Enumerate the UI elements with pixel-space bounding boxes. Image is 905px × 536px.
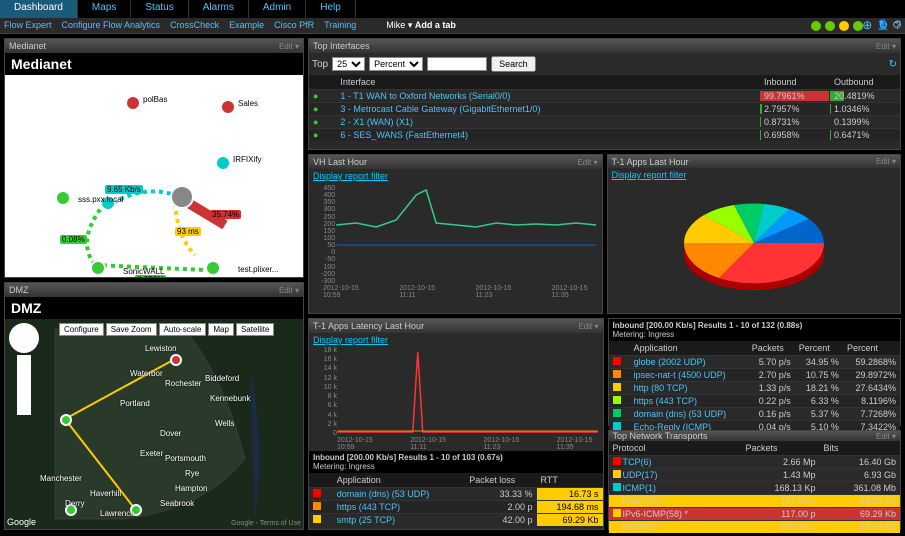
status-dot-2 [825, 21, 835, 31]
mode-select[interactable]: Percent [369, 57, 423, 71]
search-button[interactable]: Search [491, 56, 536, 72]
refresh-icon[interactable]: ↻ [878, 18, 888, 32]
table-row[interactable]: TCP(6) 2.66 Mp16.40 Gb [609, 456, 901, 469]
dmz-panel: DMZ Edit ▾ DMZ ConfigureSave ZoomAuto-sca… [4, 282, 304, 530]
table-row[interactable]: smtp (25 TCP)42.00 p 69.29 Kb [309, 514, 603, 527]
report-filter-link[interactable]: Display report filter [309, 333, 603, 347]
nav-tab-alarms[interactable]: Alarms [189, 0, 249, 18]
map-btn-satellite[interactable]: Satellite [236, 323, 274, 336]
report-filter-link[interactable]: Display report filter [309, 169, 602, 183]
panel-title-text: T-1 Apps Last Hour [612, 157, 689, 167]
main-nav: DashboardMapsStatusAlarmsAdminHelp [0, 0, 905, 18]
top-interfaces-panel: Top InterfacesEdit ▾ Top 25 Percent Sear… [308, 38, 901, 150]
panel-title-text: DMZ [9, 285, 29, 295]
toolbar: Flow Expert Configure Flow Analytics Cross… [0, 18, 905, 34]
table-row[interactable]: ● 3 - Metrocast Cable Gateway (GigabitEt… [309, 103, 900, 116]
tool-link[interactable]: Cisco PfR [274, 20, 314, 30]
tool-link[interactable]: CrossCheck [170, 20, 219, 30]
table-row[interactable]: globe (2002 UDP)5.70 p/s 34.95 %59.2868% [609, 356, 901, 369]
medianet-title: Medianet [5, 53, 303, 75]
edit-link[interactable]: Edit ▾ [876, 42, 896, 51]
table-row[interactable]: IGMP(2) * 128.00 p42.62 Kb [609, 521, 901, 534]
panel-title-text: Medianet [9, 41, 46, 51]
transports-panel: Top Network TransportsEdit ▾ ProtocolPac… [608, 430, 902, 530]
search-input[interactable] [427, 57, 487, 71]
pie-chart [654, 188, 854, 308]
table-row[interactable]: IPv6-ICMP(58) * 117.00 p69.29 Kb [609, 508, 901, 521]
pan-control[interactable] [9, 79, 39, 109]
nav-tab-admin[interactable]: Admin [249, 0, 306, 18]
panel-title-text: T-1 Apps Latency Last Hour [313, 321, 424, 331]
panel-title-text: Top Interfaces [313, 41, 370, 51]
help-icon[interactable]: ? [894, 18, 901, 32]
t1-apps-table-panel: Inbound [200.00 Kb/s] Results 1 - 10 of … [608, 318, 902, 426]
edit-link[interactable]: Edit ▾ [279, 286, 299, 295]
edit-link[interactable]: Edit ▾ [577, 158, 597, 167]
panel-title-text: VH Last Hour [313, 157, 367, 167]
zoom-control[interactable] [17, 355, 31, 415]
vh-panel: VH Last Hour Edit ▾ Display report filter… [308, 154, 603, 314]
status-dot-4 [853, 21, 863, 31]
map-btn-save-zoom[interactable]: Save Zoom [106, 323, 157, 336]
map-btn-map[interactable]: Map [208, 323, 234, 336]
edit-link[interactable]: Edit ▾ [876, 432, 896, 441]
t1-apps-panel: T-1 Apps Last Hour Edit ▾ Display report … [607, 154, 902, 314]
status-dot-1 [811, 21, 821, 31]
table-row[interactable]: ● 1 - T1 WAN to Oxford Networks (Serial0… [309, 90, 900, 103]
nav-tab-maps[interactable]: Maps [78, 0, 131, 18]
edit-link[interactable]: Edit ▾ [876, 157, 896, 166]
edit-link[interactable]: Edit ▾ [578, 322, 598, 331]
vh-chart [335, 185, 597, 285]
map-btn-auto-scale[interactable]: Auto-scale [159, 323, 207, 336]
table-row[interactable]: ● 6 - SES_WANS (FastEthernet4) 0.6958% 0… [309, 129, 900, 142]
tool-link[interactable]: Configure Flow Analytics [62, 20, 161, 30]
medianet-panel: Medianet Edit ▾ Medianet [4, 38, 304, 278]
nav-tab-status[interactable]: Status [131, 0, 188, 18]
report-filter-link[interactable]: Display report filter [608, 168, 901, 182]
edit-link[interactable]: Edit ▾ [279, 42, 299, 51]
table-row[interactable]: https (443 TCP)0.22 p/s 6.33 %8.1196% [609, 395, 901, 408]
table-row[interactable]: PIM(103) * 191.00 p94.51 Kb [609, 495, 901, 508]
pan-control[interactable] [9, 323, 39, 353]
dmz-title: DMZ [5, 297, 303, 319]
nav-tab-help[interactable]: Help [306, 0, 356, 18]
top-count-select[interactable]: 25 [332, 57, 365, 71]
latency-chart [337, 347, 599, 437]
table-row[interactable]: ICMP(1) 168.13 Kp361.08 Mb [609, 482, 901, 495]
table-row[interactable]: https (443 TCP)2.00 p 194.68 ms [309, 501, 603, 514]
table-row[interactable]: ipsec-nat-t (4500 UDP)2.70 p/s 10.75 %29… [609, 369, 901, 382]
table-row[interactable]: UDP(17) 1.43 Mp6.93 Gb [609, 469, 901, 482]
refresh-icon[interactable]: ↻ [889, 59, 897, 70]
status-dot-3 [839, 21, 849, 31]
tool-link[interactable]: Training [324, 20, 356, 30]
table-row[interactable]: http (80 TCP)1.33 p/s 18.21 %27.6434% [609, 382, 901, 395]
map-btn-configure[interactable]: Configure [59, 323, 104, 336]
nav-tab-dashboard[interactable]: Dashboard [0, 0, 78, 18]
table-row[interactable]: ● 2 - X1 (WAN) (X1) 0.8731% 0.1399% [309, 116, 900, 129]
t1-latency-panel: T-1 Apps Latency Last Hour Edit ▾ Display… [308, 318, 604, 530]
table-row[interactable]: domain (dns) (53 UDP)0.16 p/s 5.37 %7.72… [609, 408, 901, 421]
table-row[interactable]: domain (dns) (53 UDP)33.33 % 16.73 s [309, 488, 603, 501]
medianet-map[interactable]: polBasSalesIRFIXifysss.pxx.localSonicWAL… [5, 75, 303, 277]
dmz-map[interactable]: ConfigureSave ZoomAuto-scaleMapSatellite… [5, 319, 303, 529]
panel-title-text: Top Network Transports [613, 431, 708, 441]
zoom-control[interactable] [17, 111, 31, 211]
add-icon[interactable]: ⊕ [862, 18, 872, 32]
tool-link[interactable]: Example [229, 20, 264, 30]
tool-link[interactable]: Flow Expert [4, 20, 52, 30]
interfaces-table: InterfaceInboundOutbound ● 1 - T1 WAN to… [309, 75, 900, 141]
